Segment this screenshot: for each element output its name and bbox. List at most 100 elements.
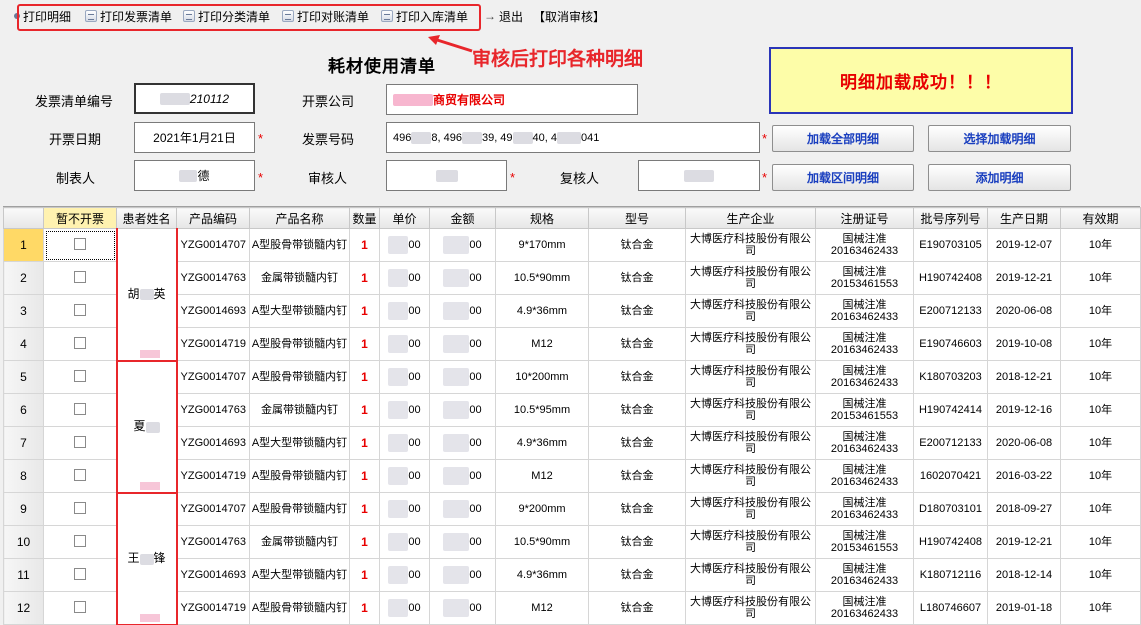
no-invoice-checkbox[interactable] [73, 501, 86, 514]
unit-price-cell[interactable]: 00 [379, 393, 430, 427]
no-invoice-checkbox[interactable] [73, 369, 86, 382]
spec-cell[interactable]: 4.9*36mm [495, 294, 589, 328]
registration-no-cell[interactable]: 国械注准20163462433 [815, 591, 914, 625]
model-cell[interactable]: 钛合金 [588, 294, 686, 328]
lot-serial-cell[interactable]: E200712133 [913, 294, 988, 328]
validity-cell[interactable]: 10年 [1060, 591, 1141, 625]
validity-cell[interactable]: 10年 [1060, 426, 1141, 460]
production-date-cell[interactable]: 2018-12-14 [987, 558, 1061, 592]
validity-cell[interactable]: 10年 [1060, 261, 1141, 295]
product-name-cell[interactable]: A型大型带锁髓内钉 [249, 558, 350, 592]
registration-no-cell[interactable]: 国械注准20153461553 [815, 525, 914, 559]
quantity-cell[interactable]: 1 [349, 459, 380, 493]
registration-no-cell[interactable]: 国械注准20163462433 [815, 327, 914, 361]
registration-no-cell[interactable]: 国械注准20163462433 [815, 426, 914, 460]
maker-field[interactable]: 德 [134, 160, 255, 191]
no-invoice-cell[interactable] [43, 459, 117, 493]
amount-cell[interactable]: 00 [429, 459, 496, 493]
production-date-cell[interactable]: 2019-01-18 [987, 591, 1061, 625]
production-date-cell[interactable]: 2020-06-08 [987, 426, 1061, 460]
spec-cell[interactable]: 4.9*36mm [495, 426, 589, 460]
no-invoice-checkbox[interactable] [73, 237, 86, 250]
production-date-cell[interactable]: 2019-12-07 [987, 228, 1061, 262]
unit-price-cell[interactable]: 00 [379, 426, 430, 460]
spec-cell[interactable]: M12 [495, 591, 589, 625]
no-invoice-cell[interactable] [43, 426, 117, 460]
table-row[interactable]: 5 夏 YZG0014707 A型股骨带锁髓内钉 1 00 00 10*200mm 钛合金 大博医… [3, 360, 1141, 494]
model-cell[interactable]: 钛合金 [588, 360, 686, 394]
amount-cell[interactable]: 00 [429, 261, 496, 295]
amount-cell[interactable]: 00 [429, 393, 496, 427]
product-name-cell[interactable]: 金属带锁髓内钉 [249, 393, 350, 427]
model-cell[interactable]: 钛合金 [588, 261, 686, 295]
unit-price-cell[interactable]: 00 [379, 525, 430, 559]
quantity-cell[interactable]: 1 [349, 393, 380, 427]
add-detail-button[interactable]: 添加明细 [928, 164, 1071, 191]
production-date-cell[interactable]: 2020-06-08 [987, 294, 1061, 328]
quantity-cell[interactable]: 1 [349, 492, 380, 526]
column-header[interactable]: 规格 [495, 207, 589, 229]
column-header[interactable]: 生产日期 [987, 207, 1061, 229]
row-number[interactable]: 4 [3, 327, 44, 361]
no-invoice-cell[interactable] [43, 294, 117, 328]
amount-cell[interactable]: 00 [429, 591, 496, 625]
unit-price-cell[interactable]: 00 [379, 228, 430, 262]
model-cell[interactable]: 钛合金 [588, 327, 686, 361]
quantity-cell[interactable]: 1 [349, 294, 380, 328]
spec-cell[interactable]: 10.5*90mm [495, 525, 589, 559]
unit-price-cell[interactable]: 00 [379, 261, 430, 295]
quantity-cell[interactable]: 1 [349, 360, 380, 394]
product-name-cell[interactable]: A型股骨带锁髓内钉 [249, 228, 350, 262]
lot-serial-cell[interactable]: H190742408 [913, 525, 988, 559]
product-code-cell[interactable]: YZG0014693 [176, 294, 250, 328]
no-invoice-cell[interactable] [43, 360, 117, 394]
lot-serial-cell[interactable]: H190742414 [913, 393, 988, 427]
load-all-button[interactable]: 加载全部明细 [772, 125, 914, 152]
validity-cell[interactable]: 10年 [1060, 360, 1141, 394]
lot-serial-cell[interactable]: 1602070421 [913, 459, 988, 493]
product-name-cell[interactable]: A型大型带锁髓内钉 [249, 426, 350, 460]
corner-cell[interactable] [3, 207, 44, 229]
no-invoice-checkbox[interactable] [73, 336, 86, 349]
model-cell[interactable]: 钛合金 [588, 228, 686, 262]
manufacturer-cell[interactable]: 大博医疗科技股份有限公司 [685, 558, 816, 592]
lot-serial-cell[interactable]: K180712116 [913, 558, 988, 592]
registration-no-cell[interactable]: 国械注准20153461553 [815, 393, 914, 427]
amount-cell[interactable]: 00 [429, 327, 496, 361]
product-code-cell[interactable]: YZG0014693 [176, 558, 250, 592]
column-header[interactable]: 金额 [429, 207, 496, 229]
product-code-cell[interactable]: YZG0014693 [176, 426, 250, 460]
unit-price-cell[interactable]: 00 [379, 294, 430, 328]
spec-cell[interactable]: 9*200mm [495, 492, 589, 526]
spec-cell[interactable]: 9*170mm [495, 228, 589, 262]
production-date-cell[interactable]: 2016-03-22 [987, 459, 1061, 493]
spec-cell[interactable]: 10*200mm [495, 360, 589, 394]
column-header[interactable]: 患者姓名 [116, 207, 177, 229]
patient-name-cell[interactable]: 胡英 [115, 228, 178, 362]
product-code-cell[interactable]: YZG0014719 [176, 459, 250, 493]
quantity-cell[interactable]: 1 [349, 228, 380, 262]
column-header[interactable]: 单价 [379, 207, 430, 229]
no-invoice-cell[interactable] [43, 327, 117, 361]
lot-serial-cell[interactable]: K180703203 [913, 360, 988, 394]
amount-cell[interactable]: 00 [429, 228, 496, 262]
table-row[interactable]: 9 王锋 YZG0014707 A型股骨带锁髓内钉 1 00 00 9*200mm 钛合金 大博医… [3, 492, 1141, 625]
row-number[interactable]: 10 [3, 525, 44, 559]
model-cell[interactable]: 钛合金 [588, 591, 686, 625]
amount-cell[interactable]: 00 [429, 294, 496, 328]
quantity-cell[interactable]: 1 [349, 591, 380, 625]
manufacturer-cell[interactable]: 大博医疗科技股份有限公司 [685, 459, 816, 493]
load-range-button[interactable]: 加载区间明细 [772, 164, 914, 191]
quantity-cell[interactable]: 1 [349, 327, 380, 361]
lot-serial-cell[interactable]: E190746603 [913, 327, 988, 361]
quantity-cell[interactable]: 1 [349, 426, 380, 460]
column-header[interactable]: 注册证号 [815, 207, 914, 229]
lot-serial-cell[interactable]: D180703101 [913, 492, 988, 526]
unit-price-cell[interactable]: 00 [379, 492, 430, 526]
model-cell[interactable]: 钛合金 [588, 525, 686, 559]
production-date-cell[interactable]: 2018-09-27 [987, 492, 1061, 526]
no-invoice-cell[interactable] [43, 393, 117, 427]
spec-cell[interactable]: 10.5*95mm [495, 393, 589, 427]
invoice-list-no-field[interactable]: 210112 [134, 83, 255, 114]
product-name-cell[interactable]: A型股骨带锁髓内钉 [249, 591, 350, 625]
